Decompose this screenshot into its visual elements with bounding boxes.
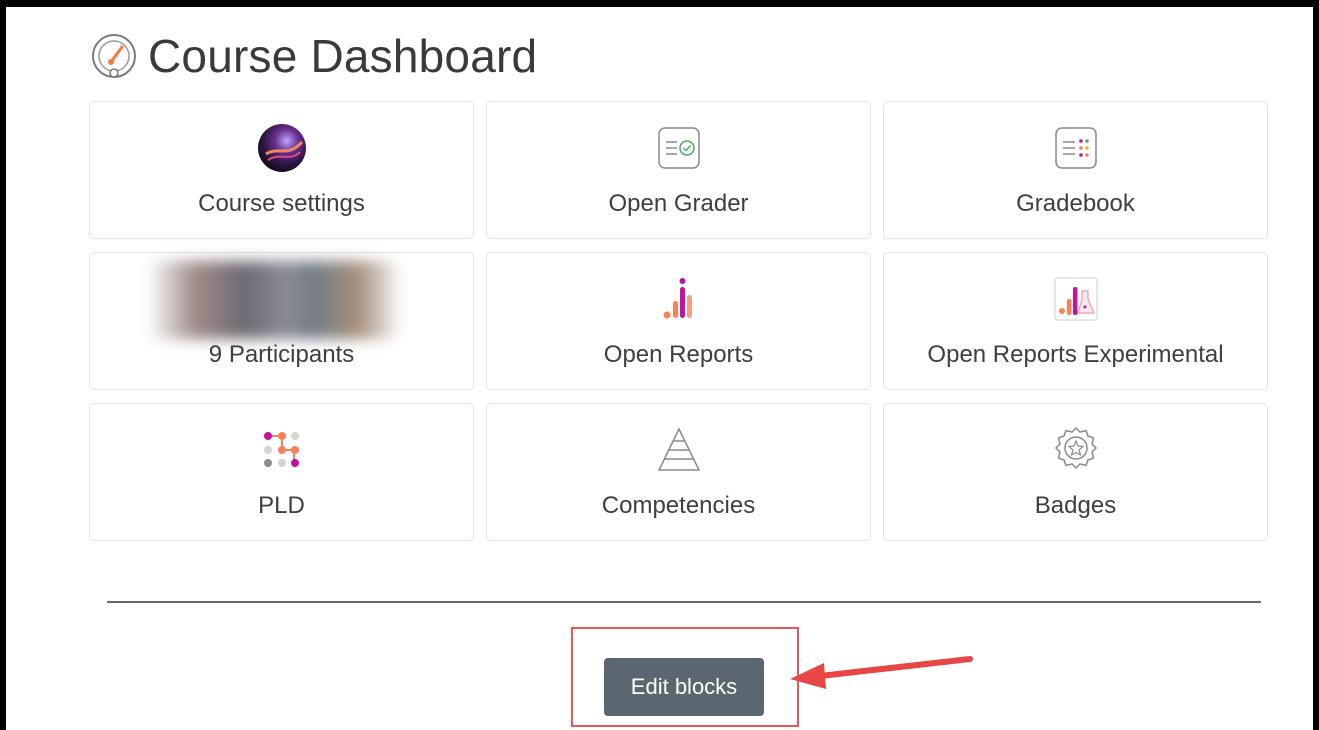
tile-gradebook[interactable]: Gradebook [883,101,1268,239]
open-grader-icon [657,127,700,169]
tile-label: Course settings [198,190,365,217]
participant-avatars [152,261,397,339]
course-settings-icon [257,124,306,172]
tile-pld[interactable]: PLD [89,403,474,541]
dashboard-gauge-icon [92,34,136,78]
tile-competencies[interactable]: Competencies [486,403,871,541]
pyramid-icon [657,427,700,471]
tile-label: Open Reports [603,341,754,368]
tile-open-reports[interactable]: Open Reports [486,252,871,390]
badge-icon [1054,426,1097,470]
tile-label: Badges [1034,492,1117,519]
tile-label: Open Grader [608,190,749,217]
tile-label: Open Reports Experimental [927,341,1224,368]
tile-label: 9 Participants [208,341,355,368]
gradebook-icon [1054,127,1097,169]
tile-participants[interactable]: 9 Participants [89,252,474,390]
tile-label: PLD [258,492,305,519]
tile-course-settings[interactable]: Course settings [89,101,474,239]
tile-badges[interactable]: Badges [883,403,1268,541]
tile-open-grader[interactable]: Open Grader [486,101,871,239]
section-divider [107,601,1261,603]
page-title: Course Dashboard [148,30,538,82]
tile-label: Gradebook [1016,190,1135,217]
tile-label: Competencies [601,492,756,519]
tile-open-reports-experimental[interactable]: Open Reports Experimental [883,252,1268,390]
dashboard-grid: Course settings Open Grader Gradebook 9 … [89,101,1268,541]
page-header: Course Dashboard [90,26,537,86]
edit-blocks-button[interactable]: Edit blocks [604,658,764,716]
reports-bar-chart-icon [663,278,692,319]
annotation-arrow-icon [790,656,973,689]
pld-dots-icon [263,432,299,467]
reports-experimental-icon [1054,277,1097,321]
